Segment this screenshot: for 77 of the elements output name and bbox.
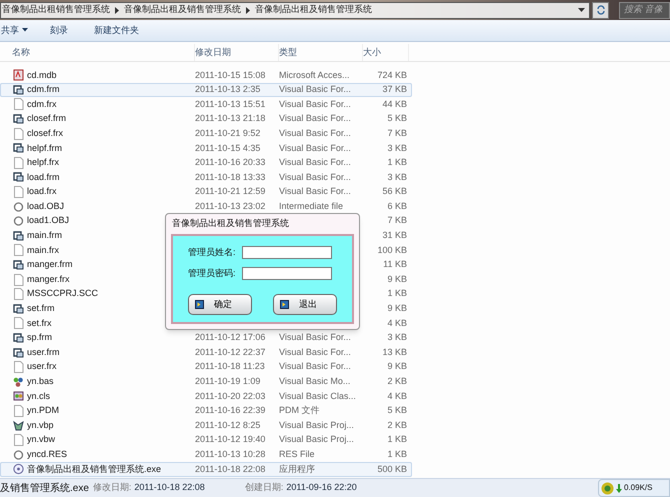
file-type: PDM 文件 xyxy=(279,405,320,416)
file-size: 2 KB xyxy=(387,420,407,430)
field-label: 管理员姓名: xyxy=(188,246,237,259)
modified-date: 2011-10-12 22:37 xyxy=(195,346,266,357)
file-type: Visual Basic For... xyxy=(279,172,351,182)
file-size: 31 KB xyxy=(382,230,407,240)
file-type: Visual Basic For... xyxy=(279,98,351,109)
file-size: 5 KB xyxy=(387,405,407,416)
file-type: Visual Basic Mo... xyxy=(279,376,350,386)
file-size: 724 KB xyxy=(377,70,407,80)
file-size: 4 KB xyxy=(387,318,407,328)
file-type: Visual Basic For... xyxy=(279,84,351,94)
modified-date: 2011-10-12 19:40 xyxy=(195,434,266,444)
modified-label: 修改日期: xyxy=(92,481,132,494)
modified-date: 2011-10-13 15:51 xyxy=(195,98,266,109)
file-size: 44 KB xyxy=(382,98,407,109)
modified-date: 2011-10-12 17:06 xyxy=(195,332,266,342)
file-type: RES File xyxy=(279,448,315,459)
created-date: 2011-09-16 22:20 xyxy=(286,481,357,494)
file-type: Visual Basic For... xyxy=(279,332,351,342)
file-size: 1 KB xyxy=(387,157,407,168)
modified-date: 2011-10-18 22:08 xyxy=(195,464,266,474)
file-type: Visual Basic For... xyxy=(279,142,351,153)
file-type: Visual Basic For... xyxy=(279,361,351,372)
file-size: 2 KB xyxy=(387,376,407,386)
modified-date: 2011-10-16 22:39 xyxy=(195,405,266,416)
file-type: Visual Basic For... xyxy=(279,113,351,124)
modified-date: 2011-10-18 13:33 xyxy=(195,172,266,182)
file-size: 100 KB xyxy=(377,244,407,255)
modified-date: 2011-10-12 8:25 xyxy=(195,420,260,430)
modified-date: 2011-10-20 22:03 xyxy=(195,390,266,401)
file-size: 3 KB xyxy=(387,142,407,153)
file-size: 1 KB xyxy=(387,288,407,298)
file-size: 13 KB xyxy=(382,346,407,357)
file-size: 9 KB xyxy=(387,274,407,284)
file-type: Visual Basic For... xyxy=(279,128,351,138)
file-size: 1 KB xyxy=(387,434,407,444)
file-type: Visual Basic For... xyxy=(279,186,351,196)
file-size: 4 KB xyxy=(387,390,407,401)
file-type: 应用程序 xyxy=(279,464,315,474)
modified-date: 2011-10-15 15:08 xyxy=(195,70,266,80)
file-type: Visual Basic For... xyxy=(279,157,351,168)
modified-date: 2011-10-13 23:02 xyxy=(195,200,266,211)
file-size: 56 KB xyxy=(382,186,407,196)
file-type: Visual Basic Proj... xyxy=(279,434,354,444)
modified-date: 2011-10-21 12:59 xyxy=(195,186,266,196)
file-size: 5 KB xyxy=(387,113,407,124)
file-size: 3 KB xyxy=(387,172,407,182)
file-type: Visual Basic For... xyxy=(279,346,351,357)
file-size: 500 KB xyxy=(377,464,407,474)
file-size: 37 KB xyxy=(382,84,407,94)
field-label: 管理员密码: xyxy=(188,266,237,280)
file-size: 7 KB xyxy=(387,215,407,226)
file-size: 9 KB xyxy=(387,303,407,314)
modified-date: 2011-10-16 20:33 xyxy=(195,157,266,168)
modified-date: 2011-10-13 21:18 xyxy=(195,113,266,124)
file-type: Visual Basic Clas... xyxy=(279,390,356,401)
file-size: 9 KB xyxy=(387,361,407,372)
file-size: 11 KB xyxy=(383,259,407,270)
file-type: Intermediate file xyxy=(279,200,344,211)
dialog-title: 音像制品出租及销售管理系统 xyxy=(171,217,290,230)
modified-date: 2011-10-19 1:09 xyxy=(195,376,260,386)
created-label: 创建日期: xyxy=(244,481,284,494)
file-size: 7 KB xyxy=(387,128,407,138)
modified-date: 2011-10-13 2:35 xyxy=(195,84,260,94)
file-size: 3 KB xyxy=(387,332,407,342)
modified-date: 2011-10-13 10:28 xyxy=(195,448,266,459)
file-type: Microsoft Acces... xyxy=(279,70,350,80)
modified-date: 2011-10-21 9:52 xyxy=(195,128,260,138)
modified-date: 2011-10-18 22:08 xyxy=(134,481,205,494)
speed-reading: 0.09K/S xyxy=(624,482,652,494)
modified-date: 2011-10-18 11:23 xyxy=(195,361,265,372)
file-name: 及销售管理系统.exe xyxy=(0,482,89,496)
file-type: Visual Basic Proj... xyxy=(279,420,354,430)
file-size: 1 KB xyxy=(387,448,407,459)
file-size: 6 KB xyxy=(387,200,407,211)
modified-date: 2011-10-15 4:35 xyxy=(195,142,260,153)
